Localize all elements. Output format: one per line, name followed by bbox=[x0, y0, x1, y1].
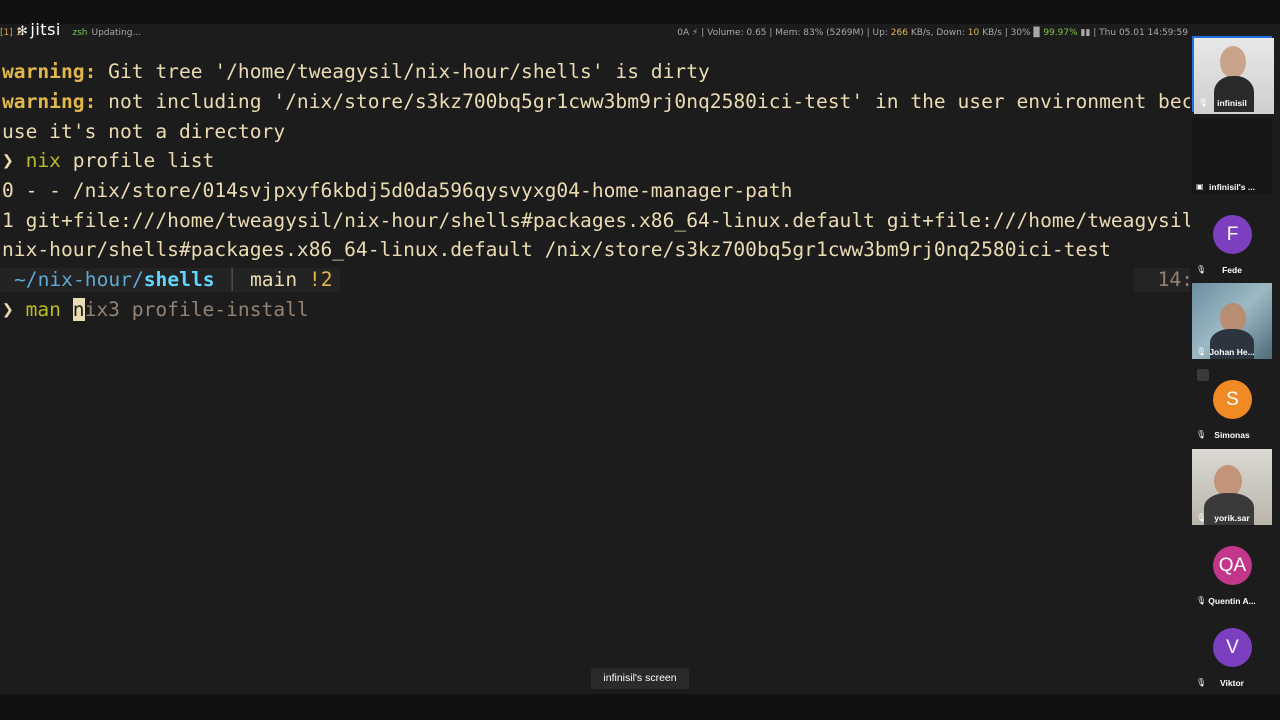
datetime: ▮▮ | Thu 05.01 14:59:59 bbox=[1080, 28, 1188, 38]
jitsi-logo: ✻ jitsi bbox=[17, 20, 61, 39]
participant-tile[interactable]: 🎙 infinisil bbox=[1192, 36, 1274, 114]
status-bar: [1] 1: zsh Updating... 0A ⚡ | Volume: 0.65… bbox=[0, 24, 1190, 44]
participant-name: Johan He... bbox=[1209, 347, 1255, 357]
system-info: 0A ⚡ | Volume: 0.65 | Mem: 83% (5269M) |… bbox=[677, 28, 1188, 38]
text-cursor: n bbox=[72, 298, 85, 321]
git-branch: main bbox=[249, 268, 298, 291]
terminal-command-line: ❯ nix profile list bbox=[2, 146, 214, 176]
participant-name: Viktor bbox=[1220, 678, 1244, 688]
participant-name: Simonas bbox=[1214, 430, 1250, 440]
warning-label: warning: bbox=[2, 90, 97, 113]
system-info-mid2: KB/s | 30% ▉ bbox=[982, 28, 1041, 38]
participants-filmstrip: 🎙 infinisil ▣ infinisil's ... F 🎙 Fede 🎙… bbox=[1190, 24, 1280, 694]
avatar: V bbox=[1213, 628, 1252, 667]
terminal-output-line: 1 git+file:///home/tweagysil/nix-hour/sh… bbox=[2, 206, 1205, 236]
participant-tile[interactable]: V 🎙 Viktor bbox=[1192, 614, 1272, 690]
autosuggestion: ix3 profile-install bbox=[84, 298, 309, 321]
warning-text: Git tree '/home/tweagysil/nix-hour/shell… bbox=[96, 60, 710, 83]
download-speed: 10 bbox=[967, 28, 980, 38]
screen-share-label: infinisil's screen bbox=[591, 668, 689, 689]
participant-name: infinisil bbox=[1217, 98, 1247, 108]
app-name: jitsi bbox=[30, 20, 61, 39]
battery-level: 99.97% bbox=[1043, 28, 1078, 38]
command-name: nix bbox=[25, 149, 61, 172]
participant-name: yorik.sar bbox=[1214, 513, 1250, 523]
output-text: 0 - - /nix/store/014svjpxyf6kbdj5d0da596… bbox=[2, 179, 793, 202]
command-args: profile list bbox=[60, 149, 215, 172]
output-text: nix-hour/shells#packages.x86_64-linux.de… bbox=[2, 238, 1111, 261]
participant-tile[interactable]: 🎙 yorik.sar bbox=[1192, 449, 1272, 525]
warning-text: not including '/nix/store/s3kz700bq5gr1c… bbox=[96, 90, 1206, 113]
command-name: man bbox=[25, 298, 61, 321]
terminal-line-1: warning: Git tree '/home/tweagysil/nix-h… bbox=[2, 57, 710, 87]
participant-tile[interactable]: S 🎙 Simonas bbox=[1192, 366, 1272, 442]
prompt-separator: │ bbox=[226, 268, 239, 291]
participant-tile[interactable]: ▣ infinisil's ... bbox=[1192, 118, 1272, 194]
system-info-mid: KB/s, Down: bbox=[910, 28, 965, 38]
system-info-left: 0A ⚡ | Volume: 0.65 | Mem: 83% (5269M) |… bbox=[677, 28, 888, 38]
participant-tile[interactable]: F 🎙 Fede bbox=[1192, 201, 1272, 277]
prompt-symbol: ❯ bbox=[2, 149, 14, 172]
avatar: S bbox=[1213, 380, 1252, 419]
participant-tile[interactable]: 🎙 Johan He... bbox=[1192, 283, 1272, 359]
status-text: Updating... bbox=[91, 28, 142, 38]
git-status: !2 bbox=[308, 268, 333, 291]
avatar: QA bbox=[1213, 546, 1252, 585]
window-bottom-strip bbox=[0, 694, 1280, 720]
output-text: 1 git+file:///home/tweagysil/nix-hour/sh… bbox=[2, 209, 1206, 232]
shell-name: zsh bbox=[72, 28, 88, 38]
terminal-line-2: warning: not including '/nix/store/s3kz7… bbox=[2, 87, 1205, 117]
participant-name: infinisil's ... bbox=[1209, 182, 1255, 192]
avatar: F bbox=[1213, 215, 1252, 254]
participant-name: Fede bbox=[1222, 265, 1242, 275]
terminal-line-3: use it's not a directory bbox=[2, 117, 285, 147]
participant-tile[interactable]: QA 🎙 Quentin A... bbox=[1192, 532, 1272, 608]
warning-label: warning: bbox=[2, 60, 97, 83]
warning-continuation: use it's not a directory bbox=[2, 120, 286, 143]
prompt-path-current: shells bbox=[143, 268, 215, 291]
terminal-output-line: nix-hour/shells#packages.x86_64-linux.de… bbox=[2, 235, 1111, 265]
prompt-symbol: ❯ bbox=[2, 298, 14, 321]
participant-name: Quentin A... bbox=[1208, 596, 1256, 606]
upload-speed: 266 bbox=[890, 28, 908, 38]
terminal-input-line[interactable]: ❯ man nix3 profile-install bbox=[2, 295, 309, 325]
jitsi-logo-icon: ✻ bbox=[17, 24, 29, 39]
prompt-path: ~/nix-hour/ bbox=[14, 268, 144, 291]
window-top-strip bbox=[0, 0, 1280, 24]
terminal-output-line: 0 - - /nix/store/014svjpxyf6kbdj5d0da596… bbox=[2, 176, 792, 206]
prompt-bar: ~/nix-hour/shells │ main !2 bbox=[14, 265, 333, 295]
